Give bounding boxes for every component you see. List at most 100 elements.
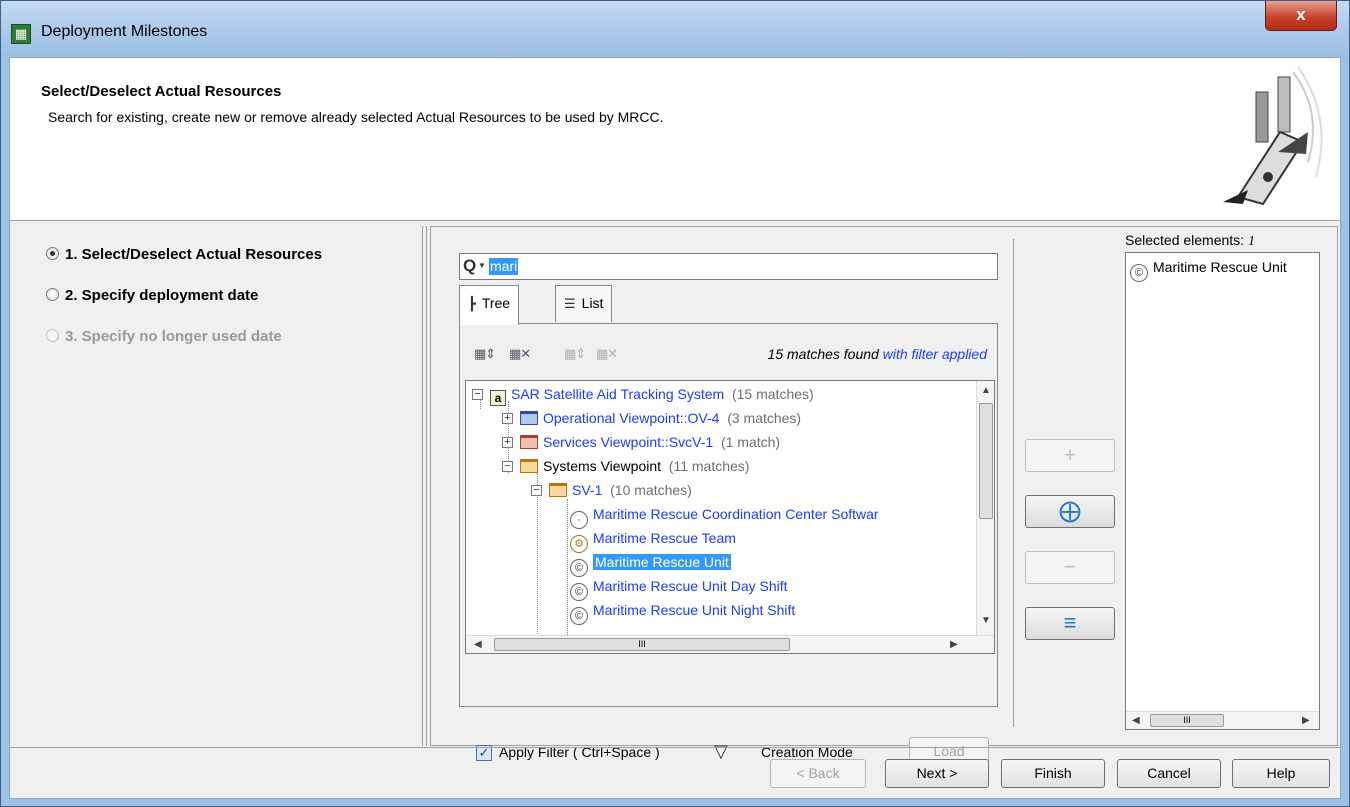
filter-applied-link[interactable]: with filter applied [879,346,987,362]
tab-list[interactable]: ☰ List [555,285,613,322]
match-count: (3 matches) [727,410,802,426]
header-description: Search for existing, create new or remov… [48,109,664,125]
scroll-up-icon[interactable]: ▲ [981,385,991,396]
scroll-thumb[interactable] [979,403,993,519]
match-count: (1 match) [720,434,781,450]
tree-icon: ┣ [468,296,476,311]
collapse-selected-icon: ▦✕ [596,346,618,361]
close-button[interactable]: x [1265,1,1337,31]
divider [1013,239,1014,727]
tree-node[interactable]: + Services Viewpoint::SvcV-1 (1 match) [502,431,780,455]
step-label: 1. Select/Deselect Actual Resources [65,246,323,263]
tab-label: List [581,295,604,311]
tree-node[interactable]: + Operational Viewpoint::OV-4 (3 matches… [502,407,801,431]
back-button: < Back [770,759,866,788]
title-bar: ▦ Deployment Milestones x [1,1,1349,57]
tree-node[interactable]: − SV-1 (10 matches) [531,479,692,503]
list-item[interactable]: © Maritime Rescue Unit [1130,259,1287,282]
tab-label: Tree [481,295,511,311]
step-label: 3. Specify no longer used date [65,328,282,345]
list-icon: ☰ [564,296,576,311]
folder-blue-icon [520,411,538,425]
app-icon: ▦ [11,24,31,44]
selected-label-text: Selected elements: [1125,232,1248,248]
add-button: + [1025,439,1115,472]
collapse-icon[interactable]: − [502,461,513,472]
splitter-edge [426,226,427,746]
radio-icon [46,329,59,342]
tree-node[interactable]: − Systems Viewpoint (11 matches) [502,455,749,479]
help-button[interactable]: Help [1232,759,1330,788]
tree-node-label: Maritime Rescue Coordination Center Soft… [593,506,879,522]
cancel-button[interactable]: Cancel [1117,759,1221,788]
selected-elements-list: © Maritime Rescue Unit ◀ III ▶ [1125,252,1320,730]
scroll-left-icon[interactable]: ◀ [1132,715,1140,726]
tree-node[interactable]: © Maritime Rescue Unit Day Shift [570,575,788,601]
expand-all-icon[interactable]: ▦⇕ [474,346,496,362]
tree-node[interactable]: − a SAR Satellite Aid Tracking System (15… [472,383,814,407]
tree-node[interactable]: © Maritime Rescue Unit Night Shift [570,599,796,625]
folder-red-icon [520,435,538,449]
selected-elements-label: Selected elements: 1 [1125,232,1255,250]
tree-node-label: Maritime Rescue Unit [593,554,731,570]
create-add-button[interactable]: ⨁ [1025,495,1115,528]
wizard-header: Select/Deselect Actual Resources Search … [10,58,1340,221]
expand-icon[interactable]: + [502,437,513,448]
tree-node[interactable]: ⚙ Maritime Rescue Team [570,527,736,553]
collapse-all-icon[interactable]: ▦✕ [509,346,531,362]
tree-node-label: Maritime Rescue Team [593,530,736,546]
radio-icon [46,288,59,301]
search-icon[interactable]: Q [463,256,476,276]
resource-icon: © [1130,264,1148,282]
remove-button: − [1025,551,1115,584]
dialog-window: ▦ Deployment Milestones x Select/Deselec… [0,0,1350,807]
scroll-thumb[interactable]: III [1150,714,1224,727]
scroll-right-icon[interactable]: ▶ [950,639,958,650]
tree-node-label: SAR Satellite Aid Tracking System [511,386,725,402]
vertical-scrollbar[interactable]: ▲ ▼ [976,381,994,635]
tree-node[interactable]: © Maritime Rescue Unit [570,551,731,577]
expand-icon[interactable]: + [502,413,513,424]
results-tree: − a SAR Satellite Aid Tracking System (15… [465,380,995,654]
search-input[interactable]: Q ▼ mari [459,253,998,280]
tree-node-label: Maritime Rescue Unit Day Shift [593,578,788,594]
scroll-thumb[interactable]: III [494,638,790,651]
expand-selected-icon: ▦⇕ [564,346,586,361]
match-count: (15 matches) [731,386,814,402]
tree-node-label: Services Viewpoint::SvcV-1 [543,434,714,450]
dialog-body: Select/Deselect Actual Resources Search … [9,57,1341,799]
horizontal-scrollbar[interactable]: ◀ III ▶ [466,635,994,653]
tree-view-panel: ▦⇕ ▦✕ ▦⇕ ▦✕ 15 matches found with filter… [459,323,998,707]
selection-panel: Q ▼ mari ┣ Tree ☰ List ▦⇕ ▦✕ ▦⇕ ▦✕ 15 matc… [430,226,1338,766]
tree-node-label: SV-1 [572,482,603,498]
model-icon: a [490,390,506,406]
collapse-icon[interactable]: − [472,389,483,400]
header-title: Select/Deselect Actual Resources [41,83,282,100]
search-value: mari [489,258,519,275]
folder-orange-icon [520,459,538,473]
collapse-icon[interactable]: − [531,485,542,496]
dropdown-arrow-icon[interactable]: ▼ [478,261,486,270]
step-no-longer-used-date: 3. Specify no longer used date [46,328,282,345]
tree-connector [567,499,568,635]
tree-node-label: Systems Viewpoint [543,458,662,474]
scroll-left-icon[interactable]: ◀ [474,639,482,650]
horizontal-scrollbar[interactable]: ◀ III ▶ [1126,711,1319,729]
step-select-resources[interactable]: 1. Select/Deselect Actual Resources [46,246,322,263]
step-deployment-date[interactable]: 2. Specify deployment date [46,287,258,304]
remove-all-button[interactable]: ≡ [1025,607,1115,640]
resource-icon: © [570,607,588,625]
tree-node[interactable]: · Maritime Rescue Coordination Center Sof… [570,503,879,529]
shuttle-logo [1223,66,1323,206]
wizard-steps: 1. Select/Deselect Actual Resources 2. S… [10,229,422,749]
finish-button[interactable]: Finish [1001,759,1105,788]
next-button[interactable]: Next > [885,759,989,788]
scroll-right-icon[interactable]: ▶ [1302,715,1310,726]
tree-node-label: Operational Viewpoint::OV-4 [543,410,720,426]
splitter[interactable] [422,226,423,746]
tab-tree[interactable]: ┣ Tree [459,285,520,325]
selected-item-label: Maritime Rescue Unit [1153,259,1287,275]
tree-node-label: Maritime Rescue Unit Night Shift [593,602,796,618]
scroll-down-icon[interactable]: ▼ [981,615,991,626]
selected-count: 1 [1247,234,1255,249]
